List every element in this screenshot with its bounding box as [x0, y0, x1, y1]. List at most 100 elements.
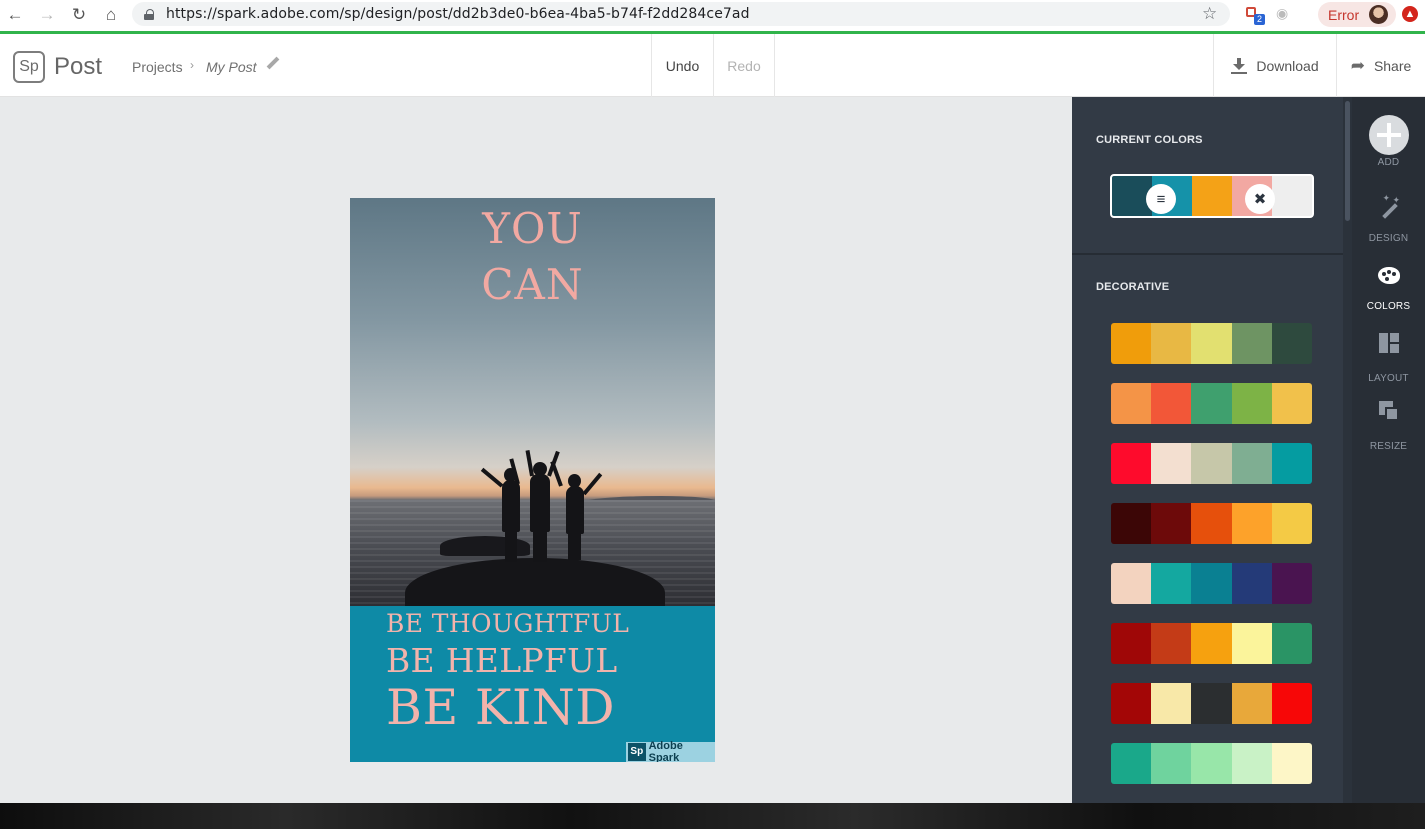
- swatch: [1231, 683, 1272, 724]
- reload-icon[interactable]: ↻: [64, 1, 94, 29]
- swatch: [1111, 683, 1152, 724]
- home-icon[interactable]: ⌂: [96, 1, 126, 29]
- swatch: [1271, 383, 1312, 424]
- decorative-palette-5[interactable]: [1111, 563, 1312, 604]
- avatar: [1369, 5, 1388, 24]
- address-bar[interactable]: https://spark.adobe.com/sp/design/post/d…: [132, 2, 1230, 26]
- swatch: [1151, 503, 1192, 544]
- swatch: [1111, 623, 1152, 664]
- swatch: [1191, 623, 1232, 664]
- swatch[interactable]: [1192, 176, 1232, 216]
- poster-title-line-2[interactable]: CAN: [350, 260, 715, 309]
- poster-line-kind[interactable]: BE KIND: [386, 679, 615, 736]
- swatch: [1191, 683, 1232, 724]
- swatch[interactable]: [1272, 176, 1312, 216]
- swatch: [1271, 623, 1312, 664]
- panel-scrollbar[interactable]: [1343, 97, 1352, 803]
- swatch: [1111, 383, 1152, 424]
- adjust-colors-icon[interactable]: ≡: [1146, 184, 1176, 214]
- swatch: [1151, 383, 1192, 424]
- forward-icon[interactable]: →: [32, 1, 62, 29]
- poster-text-panel[interactable]: BE THOUGHTFUL BE HELPFUL BE KIND Sp Adob…: [350, 606, 715, 762]
- redo-button[interactable]: Redo: [713, 34, 775, 97]
- swatch: [1111, 443, 1152, 484]
- swatch: [1231, 503, 1272, 544]
- rail-design[interactable]: ✦ ✦ DESIGN: [1352, 191, 1425, 244]
- swatch: [1231, 323, 1272, 364]
- swatch: [1151, 623, 1192, 664]
- pencil-icon[interactable]: [264, 56, 280, 72]
- spark-badge-text: Adobe Spark: [648, 740, 683, 762]
- background-strip: [0, 803, 1425, 829]
- current-colors-title: CURRENT COLORS: [1096, 134, 1203, 146]
- share-icon: ➦: [1350, 55, 1365, 75]
- swatch: [1111, 743, 1152, 784]
- rail-colors-label: COLORS: [1366, 301, 1411, 312]
- swatch: [1191, 743, 1232, 784]
- rail-add-label: ADD: [1377, 157, 1400, 168]
- poster-title-line-1[interactable]: YOU: [350, 204, 715, 253]
- url-path: /sp/design/post/dd2b3de0-b6ea-4ba5-b74f-…: [339, 6, 750, 22]
- download-button[interactable]: Download: [1213, 34, 1336, 97]
- swatch: [1231, 743, 1272, 784]
- decorative-palette-2[interactable]: [1111, 383, 1312, 424]
- colors-panel: CURRENT COLORS ≡ ✖ DECORATIVE: [1072, 97, 1352, 803]
- share-label: Share: [1373, 57, 1412, 74]
- current-palette[interactable]: ≡ ✖: [1110, 174, 1314, 218]
- extension-icon[interactable]: 2: [1244, 5, 1265, 25]
- app-header: Sp Post Projects › My Post Undo Redo Dow…: [0, 34, 1425, 97]
- swatch: [1271, 443, 1312, 484]
- browser-toolbar: ← → ↻ ⌂ https://spark.adobe.com/sp/desig…: [0, 0, 1425, 31]
- decorative-palette-8[interactable]: [1111, 743, 1312, 784]
- back-icon[interactable]: ←: [0, 1, 30, 29]
- extension-alert-icon[interactable]: ▲: [1402, 6, 1418, 22]
- swatch: [1191, 563, 1232, 604]
- tools-rail: ADD ✦ ✦ DESIGN COLORS LAYOUT RESIZE: [1352, 97, 1425, 803]
- download-icon: [1231, 57, 1248, 74]
- swatch: [1271, 563, 1312, 604]
- decorative-palette-4[interactable]: [1111, 503, 1312, 544]
- rail-layout-label: LAYOUT: [1368, 373, 1409, 384]
- spark-logo[interactable]: Sp: [13, 51, 45, 83]
- rail-resize[interactable]: RESIZE: [1352, 399, 1425, 452]
- swatch: [1231, 443, 1272, 484]
- swatch: [1111, 563, 1152, 604]
- swatch: [1151, 683, 1192, 724]
- plus-icon: [1368, 115, 1409, 155]
- swatch: [1111, 503, 1152, 544]
- lock-icon: [144, 8, 154, 20]
- swatch: [1151, 323, 1192, 364]
- breadcrumb-current[interactable]: My Post: [206, 59, 257, 75]
- bookmark-star-icon[interactable]: ☆: [1202, 4, 1217, 24]
- rail-colors[interactable]: COLORS: [1352, 259, 1425, 312]
- decorative-palette-7[interactable]: [1111, 683, 1312, 724]
- swatch: [1151, 743, 1192, 784]
- swatch: [1151, 443, 1192, 484]
- rail-design-label: DESIGN: [1368, 233, 1409, 244]
- breadcrumb-projects[interactable]: Projects: [132, 59, 183, 75]
- swatch: [1271, 323, 1312, 364]
- profile-error-button[interactable]: Error: [1318, 2, 1396, 27]
- rail-layout[interactable]: LAYOUT: [1352, 331, 1425, 384]
- swatch: [1231, 563, 1272, 604]
- adobe-spark-badge[interactable]: Sp Adobe Spark: [626, 740, 715, 762]
- undo-button[interactable]: Undo: [651, 34, 713, 97]
- swatch: [1191, 443, 1232, 484]
- divider: [1072, 253, 1344, 255]
- poster-line-thoughtful[interactable]: BE THOUGHTFUL: [386, 609, 629, 638]
- swatch: [1111, 323, 1152, 364]
- swatch: [1191, 383, 1232, 424]
- share-button[interactable]: ➦ Share: [1336, 34, 1425, 97]
- decorative-palette-6[interactable]: [1111, 623, 1312, 664]
- rail-add[interactable]: ADD: [1352, 115, 1425, 168]
- shuffle-icon[interactable]: ✖: [1245, 184, 1275, 214]
- rail-resize-label: RESIZE: [1369, 441, 1408, 452]
- decorative-palette-3[interactable]: [1111, 443, 1312, 484]
- extension-icon-2[interactable]: ◉: [1276, 5, 1296, 25]
- decorative-palette-1[interactable]: [1111, 323, 1312, 364]
- swatch: [1271, 743, 1312, 784]
- swatch: [1231, 623, 1272, 664]
- poster-design[interactable]: YOU CAN BE THOUGHTFUL BE HELPFUL BE KIND…: [350, 198, 715, 762]
- swatch: [1271, 503, 1312, 544]
- poster-line-helpful[interactable]: BE HELPFUL: [386, 641, 617, 680]
